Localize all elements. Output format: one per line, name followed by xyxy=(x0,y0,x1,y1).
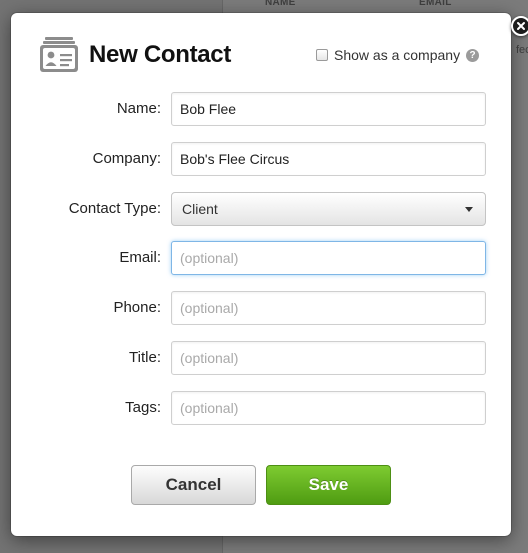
title-input[interactable] xyxy=(171,341,486,375)
show-as-company-checkbox[interactable] xyxy=(316,49,328,61)
phone-input[interactable] xyxy=(171,291,486,325)
background-column-name: NAME xyxy=(265,0,296,8)
name-input[interactable] xyxy=(171,92,486,126)
background-column-email: EMAIL xyxy=(419,0,452,8)
help-icon[interactable]: ? xyxy=(466,48,480,62)
show-as-company-label: Show as a company xyxy=(334,47,461,63)
company-label: Company: xyxy=(92,150,161,167)
close-icon xyxy=(517,22,525,30)
name-label: Name: xyxy=(116,100,161,117)
email-input[interactable] xyxy=(171,241,486,275)
close-button[interactable] xyxy=(511,16,528,36)
new-contact-dialog: New Contact Show as a company ? Name: Co… xyxy=(11,13,528,536)
background-text-fragment: fecy xyxy=(516,44,528,56)
save-button[interactable]: Save xyxy=(266,465,391,505)
dialog-title: New Contact xyxy=(89,41,232,68)
contact-type-label: Contact Type: xyxy=(68,200,161,217)
contact-type-select[interactable]: Client xyxy=(171,192,486,226)
contact-card-icon xyxy=(40,37,78,72)
contact-type-value: Client xyxy=(182,201,218,217)
chevron-down-icon xyxy=(465,206,473,212)
show-as-company-toggle[interactable]: Show as a company ? xyxy=(316,47,480,63)
phone-label: Phone: xyxy=(113,299,161,316)
tags-input[interactable] xyxy=(171,391,486,425)
company-input[interactable] xyxy=(171,142,486,176)
cancel-button[interactable]: Cancel xyxy=(131,465,256,505)
email-label: Email: xyxy=(119,249,161,266)
tags-label: Tags: xyxy=(125,399,161,416)
title-label: Title: xyxy=(129,349,161,366)
